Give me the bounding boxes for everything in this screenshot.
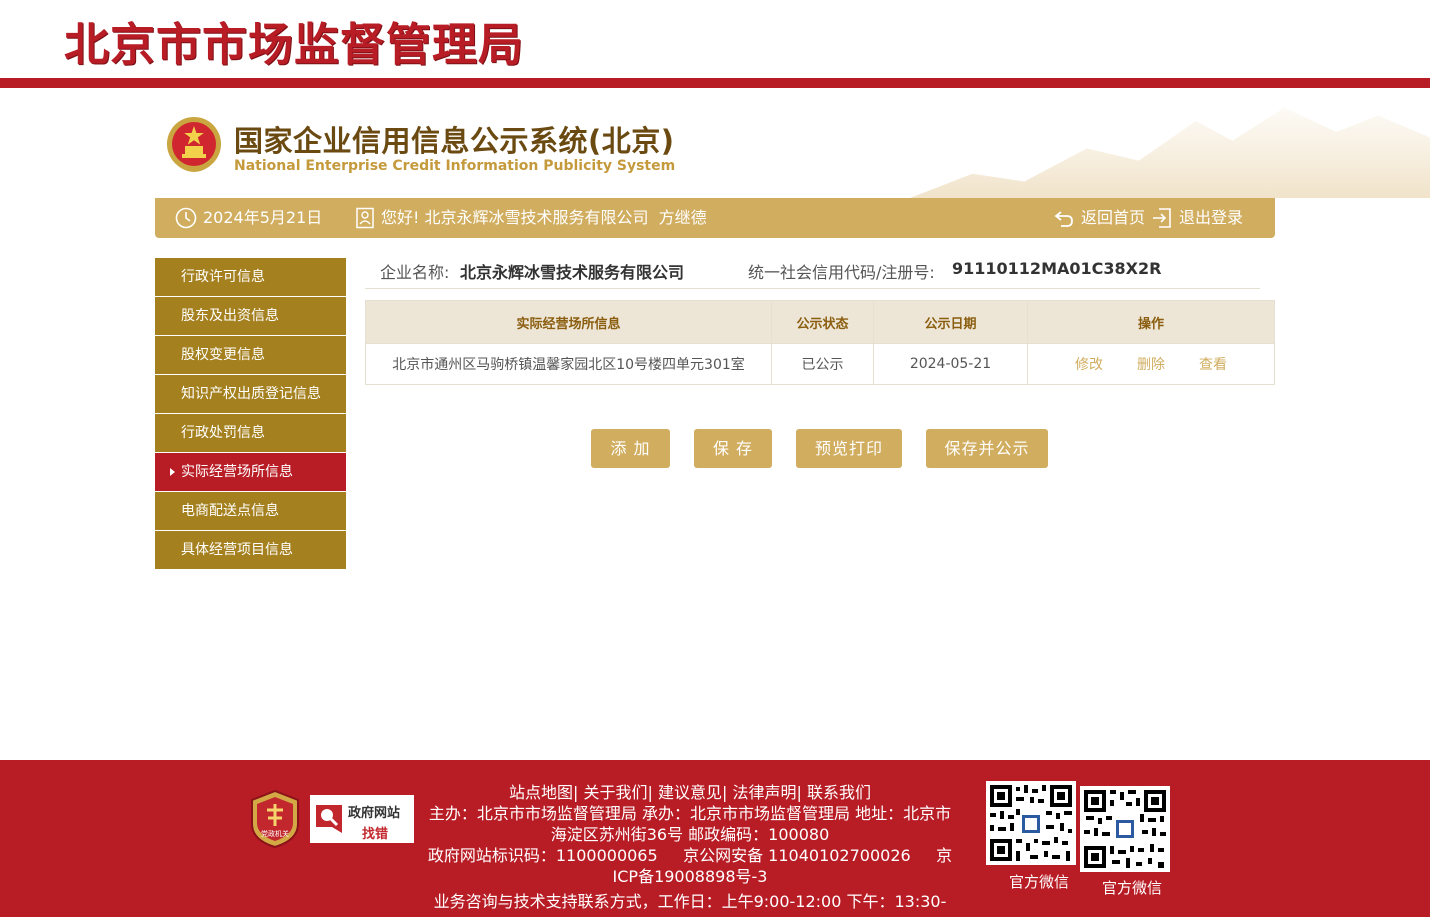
qr-code-icon [986, 781, 1076, 865]
red-divider [0, 78, 1430, 88]
sidebar-item-equity-change[interactable]: 股权变更信息 [155, 336, 346, 374]
company-info: 企业名称: 北京永辉冰雪技术服务有限公司 统一社会信用代码/注册号: 91110… [365, 252, 1260, 289]
footer-host: 主办：北京市市场监督管理局 承办：北京市市场监督管理局 地址：北京市海淀区苏州街… [428, 804, 952, 844]
location-table: 实际经营场所信息 公示状态 公示日期 操作 北京市通州区马驹桥镇温馨家园北区10… [365, 300, 1275, 385]
error-box-sub: 找错 [362, 827, 389, 842]
sidebar-item-ecommerce-delivery[interactable]: 电商配送点信息 [155, 492, 346, 530]
sidebar: 行政许可信息 股东及出资信息 股权变更信息 知识产权出质登记信息 行政处罚信息 … [155, 258, 346, 570]
national-emblem-icon [167, 117, 221, 172]
preview-print-button[interactable]: 预览打印 [796, 429, 902, 468]
credit-code: 91110112MA01C38X2R [952, 259, 1162, 278]
qr-label: 官方微信 [1009, 873, 1070, 891]
view-link[interactable]: 查看 [1199, 357, 1227, 373]
footer-links[interactable]: 站点地图| 关于我们| 建议意见| 法律声明| 联系我们 [425, 782, 955, 803]
status-cell: 已公示 [771, 343, 874, 385]
save-button[interactable]: 保 存 [694, 429, 772, 468]
active-arrow-icon [170, 468, 175, 476]
footer-ids: 政府网站标识码：1100000065 京公网安备 11040102700026 … [427, 846, 953, 886]
delete-link[interactable]: 删除 [1137, 357, 1165, 373]
sidebar-item-label: 行政许可信息 [181, 269, 265, 285]
sidebar-item-business-location[interactable]: 实际经营场所信息 [155, 453, 346, 491]
date-text: 2024年5月21日 [203, 208, 323, 227]
column-header: 公示日期 [873, 300, 1028, 344]
system-title-en: National Enterprise Credit Information P… [234, 158, 676, 174]
party-government-badge-icon: 党政机关 [251, 790, 299, 848]
magnifier-icon [316, 805, 342, 833]
sidebar-item-label: 具体经营项目信息 [181, 542, 293, 558]
date-display: 2024年5月21日 [175, 198, 322, 238]
date-cell: 2024-05-21 [873, 343, 1028, 385]
top-banner: 北京市市场监督管理局 [0, 0, 1430, 78]
sidebar-item-business-items[interactable]: 具体经营项目信息 [155, 531, 346, 569]
add-button[interactable]: 添 加 [591, 429, 670, 468]
table-row: 北京市通州区马驹桥镇温馨家园北区10号楼四单元301室 已公示 2024-05-… [365, 343, 1275, 385]
greeting-text: 您好! 北京永辉冰雪技术服务有限公司 方继德 [381, 208, 707, 227]
mountain-decoration [910, 107, 1430, 198]
qr-label: 官方微信 [1102, 879, 1163, 897]
system-title: 国家企业信用信息公示系统(北京) [234, 124, 675, 158]
clock-icon [175, 207, 197, 229]
table-header-row: 实际经营场所信息 公示状态 公示日期 操作 [365, 300, 1275, 344]
sidebar-item-admin-license[interactable]: 行政许可信息 [155, 258, 346, 296]
logout-icon [1153, 208, 1171, 228]
sidebar-item-admin-penalty[interactable]: 行政处罚信息 [155, 414, 346, 452]
badge-text: 党政机关 [261, 829, 289, 838]
column-header: 实际经营场所信息 [365, 300, 772, 344]
logout-link[interactable]: 退出登录 [1151, 198, 1243, 238]
sidebar-item-label: 行政处罚信息 [181, 425, 265, 441]
footer-info: 站点地图| 关于我们| 建议意见| 法律声明| 联系我们 主办：北京市市场监督管… [425, 782, 955, 912]
address-cell: 北京市通州区马驹桥镇温馨家园北区10号楼四单元301室 [365, 343, 772, 385]
logout-label: 退出登录 [1179, 208, 1244, 227]
home-link-label: 返回首页 [1081, 208, 1146, 227]
footer-support: 业务咨询与技术支持联系方式，工作日：上午9:00-12:00 下午：13:30- [433, 892, 947, 911]
company-name: 北京永辉冰雪技术服务有限公司 [460, 263, 685, 282]
sidebar-item-label: 电商配送点信息 [181, 503, 279, 519]
sidebar-item-label: 实际经营场所信息 [181, 464, 293, 480]
qr-code-icon [1080, 786, 1170, 872]
sidebar-item-shareholders[interactable]: 股东及出资信息 [155, 297, 346, 335]
return-icon [1054, 211, 1073, 227]
government-site-error-finder[interactable]: 政府网站 找错 [308, 793, 416, 845]
sidebar-item-ip-pledge[interactable]: 知识产权出质登记信息 [155, 375, 346, 413]
company-name-label: 企业名称: [380, 263, 450, 282]
greeting: 您好! 北京永辉冰雪技术服务有限公司 方继德 [355, 198, 707, 238]
info-bar: 2024年5月21日 您好! 北京永辉冰雪技术服务有限公司 方继德 返回首页 退… [155, 198, 1275, 238]
user-document-icon [356, 207, 374, 229]
sidebar-item-label: 股权变更信息 [181, 347, 265, 363]
credit-code-label: 统一社会信用代码/注册号: [748, 263, 935, 282]
column-header: 公示状态 [771, 300, 874, 344]
bureau-title: 北京市市场监督管理局 [64, 18, 525, 71]
error-box-title: 政府网站 [348, 806, 401, 821]
operations-cell: 修改 删除 查看 [1027, 343, 1275, 385]
save-publish-button[interactable]: 保存并公示 [926, 429, 1048, 468]
sidebar-item-label: 知识产权出质登记信息 [181, 386, 321, 402]
column-header: 操作 [1027, 300, 1275, 344]
sidebar-item-label: 股东及出资信息 [181, 308, 279, 324]
edit-link[interactable]: 修改 [1075, 357, 1103, 373]
home-link[interactable]: 返回首页 [1053, 198, 1145, 238]
